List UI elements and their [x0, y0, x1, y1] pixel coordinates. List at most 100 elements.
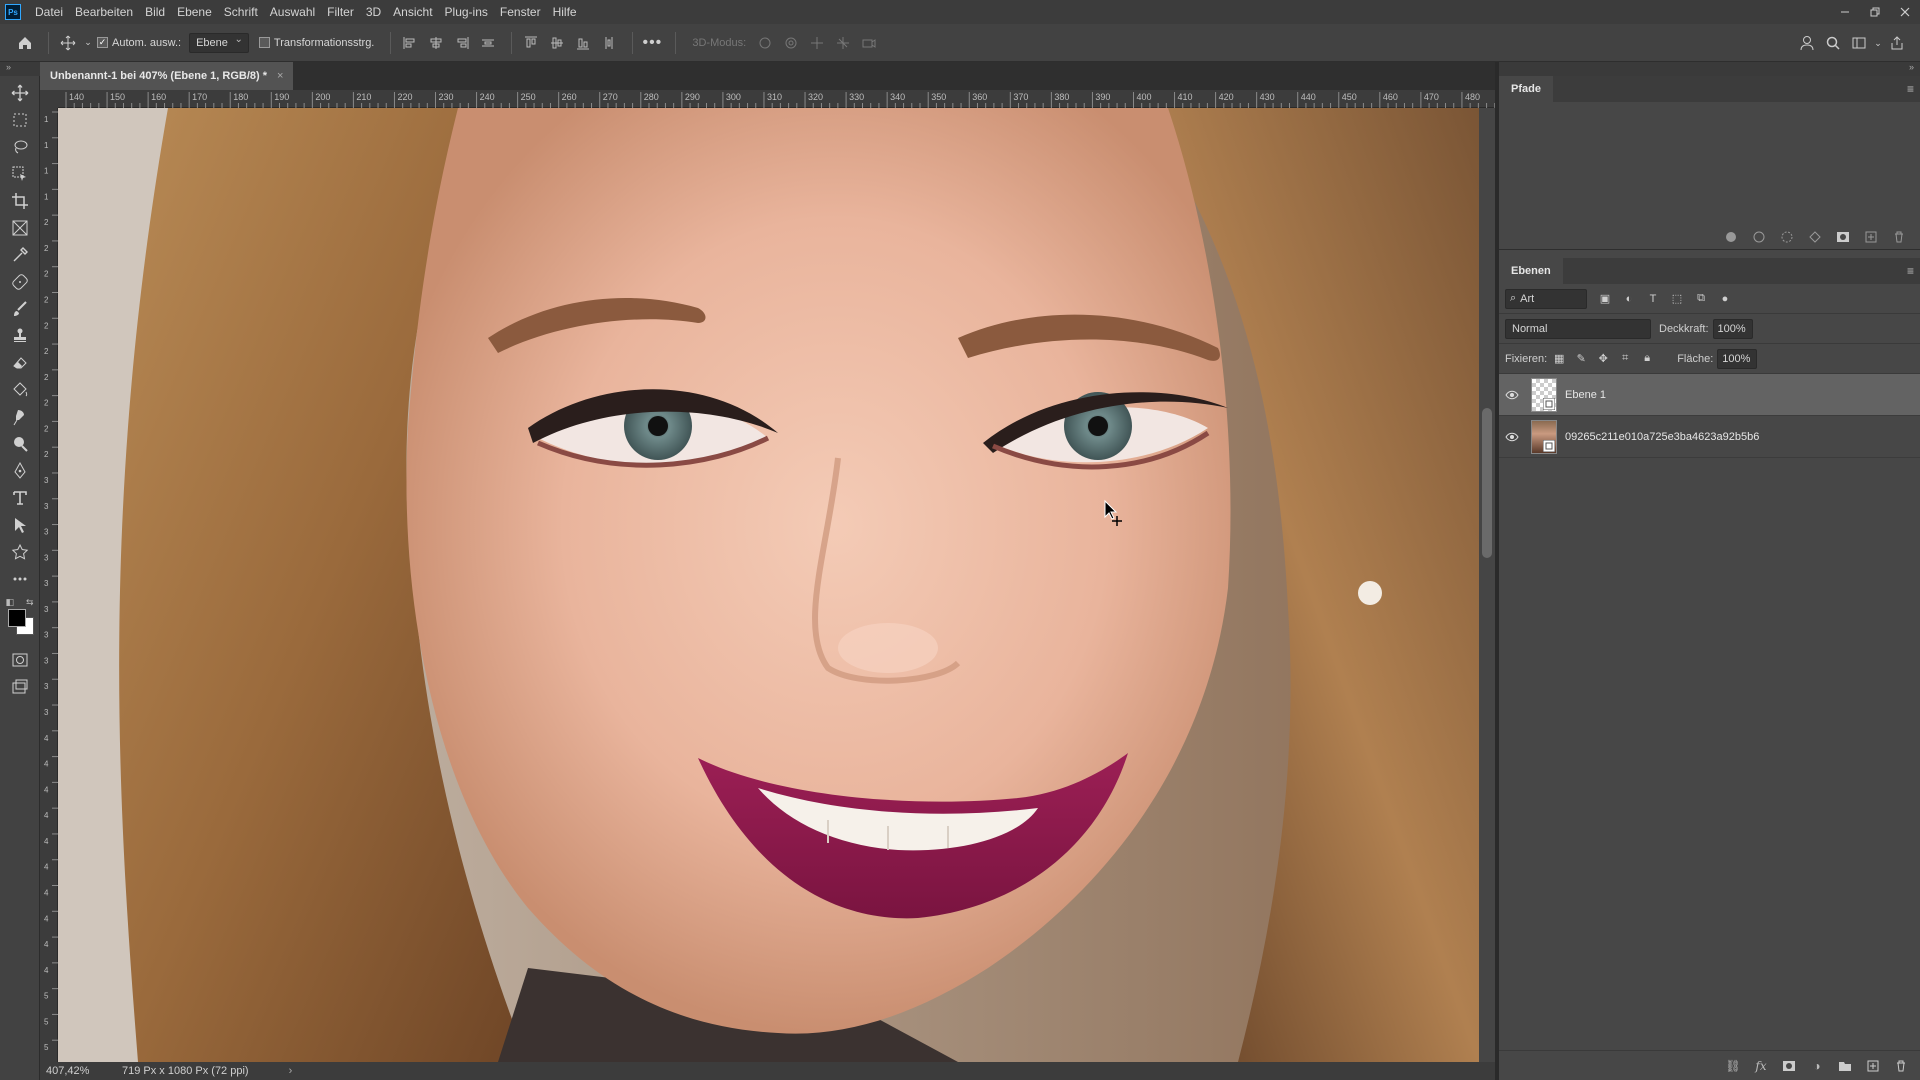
fill-path-icon[interactable] — [1722, 228, 1740, 246]
restore-icon[interactable] — [1860, 0, 1890, 24]
vertical-ruler[interactable]: 1 1 1 1 2 2 2 2 2 2 2 2 2 2 3 3 3 3 3 3 3 3 3 3 4 4 4 4 4 4 4 4 4 4 5 5 5 — [40, 108, 58, 1062]
filter-adjustment-icon[interactable]: ◐ — [1621, 291, 1637, 307]
adjustment-layer-icon[interactable]: ◑ — [1808, 1057, 1826, 1075]
menu-datei[interactable]: Datei — [29, 0, 69, 24]
shape-icon[interactable] — [6, 539, 34, 565]
default-colors-icon[interactable]: ◧ — [6, 597, 15, 608]
lock-pixels-icon[interactable]: ✎ — [1573, 351, 1589, 367]
menu-auswahl[interactable]: Auswahl — [264, 0, 321, 24]
toolbar-grip[interactable]: » — [0, 62, 40, 76]
vertical-scrollbar[interactable] — [1479, 108, 1495, 1062]
lock-artboard-icon[interactable]: ⌗ — [1617, 351, 1633, 367]
menu-ebene[interactable]: Ebene — [171, 0, 218, 24]
layer-filter-dropdown[interactable]: ⌕ Art — [1505, 288, 1587, 309]
pen-icon[interactable] — [6, 458, 34, 484]
minimize-icon[interactable] — [1830, 0, 1860, 24]
blend-mode-dropdown[interactable]: Normal — [1505, 318, 1651, 339]
eraser-icon[interactable] — [6, 350, 34, 376]
marquee-icon[interactable] — [6, 107, 34, 133]
canvas[interactable] — [58, 108, 1479, 1062]
new-layer-icon[interactable] — [1864, 1057, 1882, 1075]
panel-menu-icon[interactable]: ≡ — [1907, 264, 1914, 278]
distribute-v-icon[interactable] — [598, 32, 620, 54]
layer-thumbnail[interactable] — [1531, 419, 1557, 454]
new-path-icon[interactable] — [1862, 228, 1880, 246]
checkbox-unchecked-icon[interactable] — [258, 37, 270, 48]
lock-position-icon[interactable]: ✥ — [1595, 351, 1611, 367]
paint-bucket-icon[interactable] — [6, 377, 34, 403]
add-mask-icon[interactable] — [1834, 228, 1852, 246]
menu-ansicht[interactable]: Ansicht — [387, 0, 438, 24]
auto-select-checkbox[interactable]: ✓ Autom. ausw.: — [97, 37, 181, 49]
fill-input[interactable]: 100% — [1717, 348, 1758, 369]
tab-ebenen[interactable]: Ebenen — [1499, 258, 1563, 284]
layer-row[interactable]: Ebene 1 — [1499, 374, 1920, 416]
chevron-down-icon[interactable]: ⌄ — [1874, 32, 1882, 54]
brush-icon[interactable] — [6, 296, 34, 322]
path-select-icon[interactable] — [6, 512, 34, 538]
menu-filter[interactable]: Filter — [321, 0, 360, 24]
stamp-icon[interactable] — [6, 323, 34, 349]
layer-row[interactable]: 09265c211e010a725e3ba4623a92b5b6 — [1499, 416, 1920, 458]
lock-all-icon[interactable]: 🔒︎ — [1639, 351, 1655, 367]
portrait-photo[interactable] — [58, 108, 1479, 1062]
close-icon[interactable] — [1890, 0, 1920, 24]
menu-hilfe[interactable]: Hilfe — [547, 0, 583, 24]
lasso-icon[interactable] — [6, 134, 34, 160]
stroke-path-icon[interactable] — [1750, 228, 1768, 246]
menu-bearbeiten[interactable]: Bearbeiten — [69, 0, 139, 24]
delete-icon[interactable] — [1890, 228, 1908, 246]
filter-toggle-icon[interactable]: ● — [1717, 291, 1733, 307]
layer-thumbnail[interactable] — [1531, 377, 1557, 412]
menu-3d[interactable]: 3D — [360, 0, 387, 24]
home-icon[interactable] — [14, 32, 36, 54]
opacity-input[interactable]: 100% — [1712, 318, 1753, 339]
link-layers-icon[interactable]: ⛓ — [1724, 1057, 1742, 1075]
align-top-icon[interactable] — [520, 32, 542, 54]
chevron-down-icon[interactable]: ⌄ — [83, 32, 93, 54]
workspace-icon[interactable] — [1848, 32, 1870, 54]
crop-icon[interactable] — [6, 188, 34, 214]
align-left-icon[interactable] — [399, 32, 421, 54]
close-tab-icon[interactable]: × — [277, 70, 283, 82]
move-icon[interactable] — [6, 80, 34, 106]
layer-name[interactable]: 09265c211e010a725e3ba4623a92b5b6 — [1565, 431, 1759, 443]
filter-shape-icon[interactable]: ⬚ — [1669, 291, 1685, 307]
panel-grip[interactable]: » — [1499, 62, 1920, 76]
dodge-icon[interactable] — [6, 431, 34, 457]
menu-schrift[interactable]: Schrift — [218, 0, 264, 24]
new-group-icon[interactable] — [1836, 1057, 1854, 1075]
filter-pixel-icon[interactable]: ▣ — [1597, 291, 1613, 307]
move-tool-preset-icon[interactable] — [57, 32, 79, 54]
smudge-icon[interactable] — [6, 404, 34, 430]
panel-menu-icon[interactable]: ≡ — [1907, 82, 1914, 96]
align-bottom-icon[interactable] — [572, 32, 594, 54]
object-select-icon[interactable] — [6, 161, 34, 187]
foreground-color[interactable] — [7, 609, 26, 627]
auto-select-target-dropdown[interactable]: Ebene — [189, 32, 249, 53]
ruler-corner[interactable] — [40, 90, 58, 108]
align-middle-v-icon[interactable] — [546, 32, 568, 54]
fx-icon[interactable]: fx — [1752, 1057, 1770, 1075]
layer-name[interactable]: Ebene 1 — [1565, 389, 1606, 401]
scrollbar-thumb[interactable] — [1482, 408, 1492, 558]
status-menu-arrow-icon[interactable]: › — [289, 1065, 293, 1077]
zoom-level[interactable]: 407,42% — [40, 1065, 110, 1077]
lock-transparency-icon[interactable]: ▦ — [1551, 351, 1567, 367]
visibility-eye-icon[interactable] — [1499, 432, 1525, 442]
share-icon[interactable] — [1886, 32, 1908, 54]
delete-icon[interactable] — [1892, 1057, 1910, 1075]
tab-pfade[interactable]: Pfade — [1499, 76, 1553, 102]
visibility-eye-icon[interactable] — [1499, 390, 1525, 400]
filter-smartobject-icon[interactable]: ⧉ — [1693, 291, 1709, 307]
healing-brush-icon[interactable] — [6, 269, 34, 295]
quick-mask-icon[interactable] — [6, 647, 34, 673]
search-icon[interactable] — [1822, 32, 1844, 54]
load-selection-icon[interactable] — [1778, 228, 1796, 246]
share-user-icon[interactable] — [1796, 32, 1818, 54]
type-icon[interactable] — [6, 485, 34, 511]
swap-colors-icon[interactable]: ⇆ — [26, 597, 34, 608]
screen-mode-icon[interactable] — [6, 674, 34, 700]
transform-controls-checkbox[interactable]: Transformationsstrg. — [258, 37, 374, 49]
add-mask-icon[interactable] — [1780, 1057, 1798, 1075]
